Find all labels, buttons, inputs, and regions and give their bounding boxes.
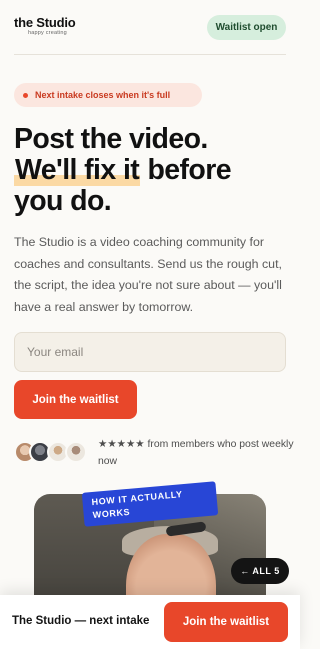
- hero-description: The Studio is a video coaching community…: [14, 235, 282, 314]
- site-header: the Studio happy creating Waitlist open: [0, 0, 300, 54]
- headline-line-2-rest: before: [140, 154, 231, 186]
- avatar: [65, 441, 87, 463]
- hero-headline: Post the video. We'll fix it before you …: [14, 124, 289, 217]
- social-proof-text: ★★★★★ from members who post weekly now: [98, 436, 298, 470]
- headline-line-2: We'll fix it before: [14, 154, 289, 186]
- join-waitlist-button[interactable]: Join the waitlist: [14, 380, 137, 419]
- star-rating-icon: ★★★★★: [98, 439, 145, 450]
- headline-line-3: you do.: [14, 185, 112, 217]
- status-dot-icon: [23, 92, 28, 98]
- headline-highlight: We'll fix it: [14, 154, 141, 186]
- studio-logo[interactable]: the Studio happy creating: [14, 16, 76, 36]
- member-avatars: [14, 441, 89, 465]
- sticky-signup-bar: The Studio — next intake Join the waitli…: [0, 595, 300, 649]
- social-proof: ★★★★★ from members who post weekly now: [14, 436, 294, 472]
- intake-notice: Next intake closes when it's full: [14, 83, 202, 107]
- all-videos-button[interactable]: ← ALL 5: [231, 558, 289, 584]
- logo-tagline: happy creating: [28, 30, 67, 36]
- email-input[interactable]: [14, 332, 286, 372]
- sticky-bar-label: The Studio — next intake: [12, 615, 150, 627]
- waitlist-status-badge: Waitlist open: [207, 15, 286, 40]
- sticky-join-waitlist-button[interactable]: Join the waitlist: [164, 602, 288, 642]
- intake-notice-text: Next intake closes when it's full: [35, 90, 171, 100]
- logo-title: the Studio: [14, 15, 76, 30]
- headline-line-1: Post the video.: [14, 123, 208, 155]
- header-divider: [14, 54, 286, 55]
